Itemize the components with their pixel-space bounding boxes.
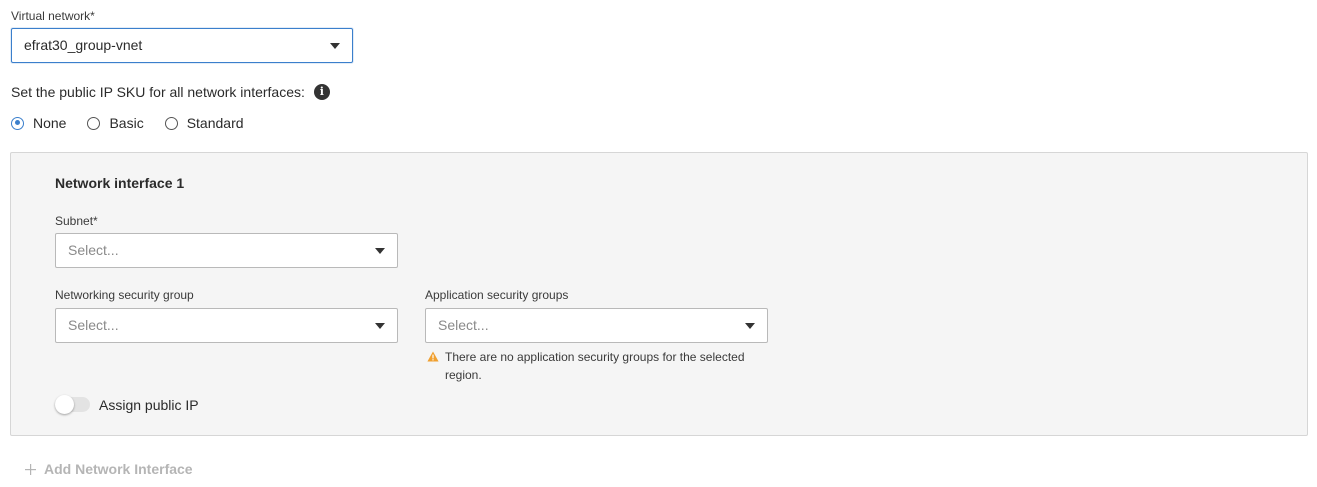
radio-label-standard: Standard [186, 115, 244, 131]
public-ip-sku-label: Set the public IP SKU for all network in… [11, 84, 305, 100]
subnet-placeholder: Select... [68, 242, 119, 258]
public-ip-sku-radio-group: None Basic Standard [11, 115, 265, 131]
radio-button-standard[interactable] [164, 116, 178, 130]
radio-option-none[interactable]: None [11, 115, 66, 131]
add-network-interface-label: Add Network Interface [44, 461, 193, 477]
network-interface-panel [10, 152, 1308, 436]
nsg-select[interactable]: Select... [55, 308, 398, 343]
add-network-interface-button[interactable]: Add Network Interface [25, 461, 193, 477]
warning-icon [427, 351, 439, 362]
network-interface-title: Network interface 1 [55, 175, 185, 191]
subnet-select[interactable]: Select... [55, 233, 398, 268]
radio-button-none[interactable] [11, 116, 24, 130]
plus-icon [25, 463, 36, 475]
nsg-placeholder: Select... [68, 317, 119, 333]
radio-button-basic[interactable] [87, 116, 101, 130]
asg-label: Application security groups [425, 288, 569, 302]
radio-label-basic: Basic [109, 115, 144, 131]
asg-warning-text: There are no application security groups… [445, 348, 745, 384]
asg-placeholder: Select... [438, 317, 489, 333]
radio-option-basic[interactable]: Basic [87, 115, 144, 131]
virtual-network-value: efrat30_group-vnet [24, 37, 143, 53]
chevron-down-icon [330, 43, 340, 49]
virtual-network-label: Virtual network* [11, 9, 95, 23]
assign-public-ip-toggle[interactable] [55, 395, 90, 414]
asg-select[interactable]: Select... [425, 308, 768, 343]
subnet-label: Subnet* [55, 214, 98, 228]
public-ip-sku-row: Set the public IP SKU for all network in… [11, 84, 330, 100]
toggle-knob [55, 395, 74, 414]
asg-warning-line-2: region. [445, 368, 482, 382]
assign-public-ip-label: Assign public IP [99, 397, 199, 413]
radio-label-none: None [33, 115, 67, 131]
nsg-label: Networking security group [55, 288, 194, 302]
radio-option-standard[interactable]: Standard [164, 115, 244, 131]
chevron-down-icon [375, 248, 385, 254]
info-icon[interactable]: i [313, 84, 330, 100]
asg-warning-line-1: There are no application security groups… [445, 350, 745, 364]
virtual-network-select[interactable]: efrat30_group-vnet [11, 28, 353, 63]
chevron-down-icon [745, 323, 755, 329]
chevron-down-icon [375, 323, 385, 329]
